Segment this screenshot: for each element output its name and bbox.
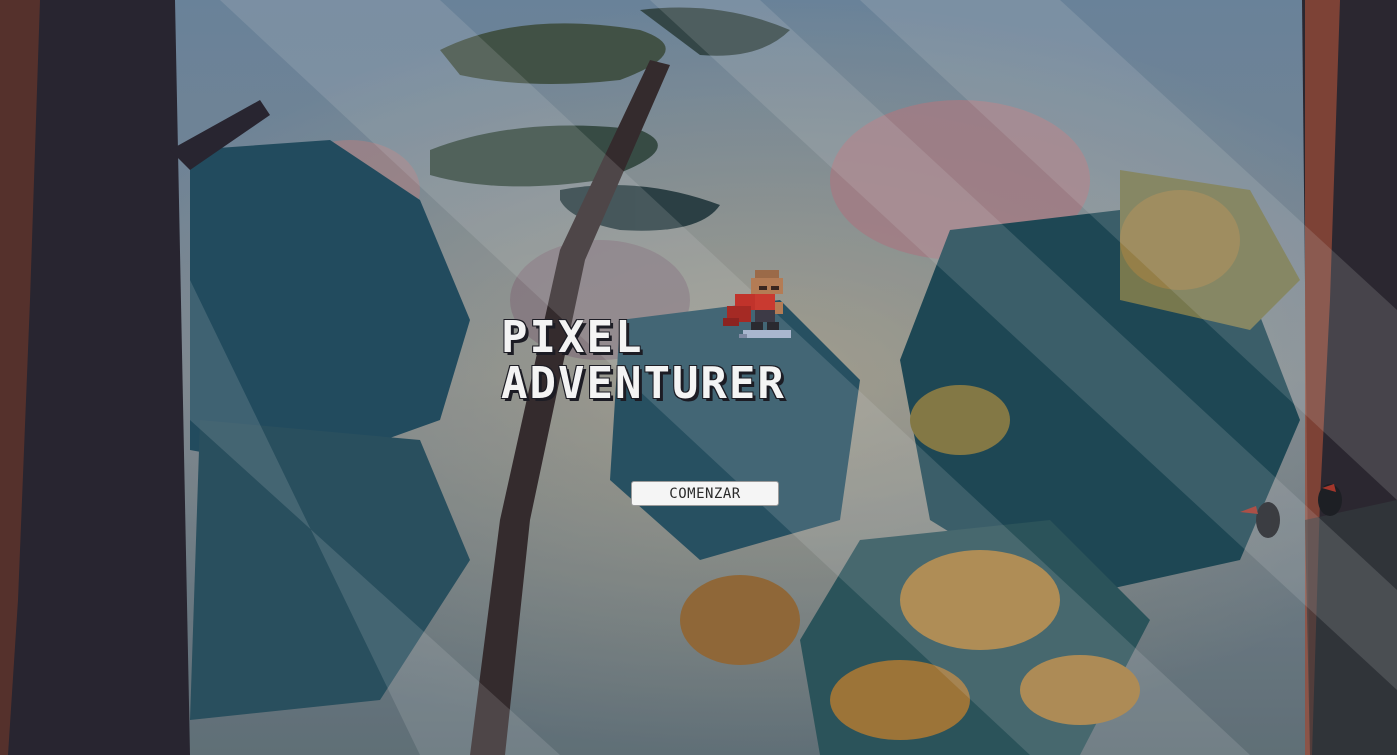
title-line-2: ADVENTURER (501, 358, 786, 409)
hero-sprite-icon (723, 270, 791, 338)
title-line-1: PIXEL (501, 312, 644, 363)
game-title: PIXEL ADVENTURER (495, 262, 955, 412)
start-button[interactable]: COMENZAR (631, 481, 779, 506)
